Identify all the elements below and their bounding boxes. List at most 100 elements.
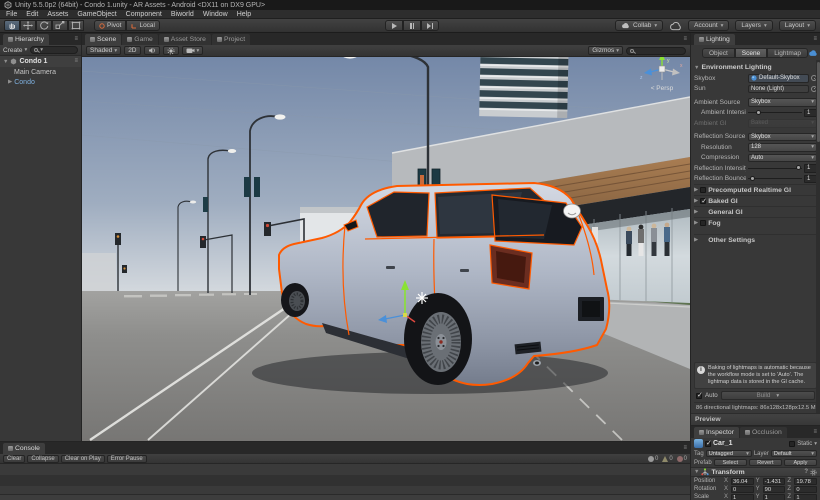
- scene-search-input[interactable]: [626, 46, 686, 55]
- foldout-baked-gi[interactable]: ▶ Baked GI: [694, 195, 817, 206]
- fog-checkbox[interactable]: [700, 220, 707, 226]
- foldout-arrow-icon[interactable]: ▶: [694, 209, 698, 215]
- tab-console[interactable]: Console: [3, 443, 45, 454]
- gizmo-center-handle[interactable]: [403, 313, 407, 317]
- component-gear-icon[interactable]: [810, 468, 817, 476]
- foldout-general-gi[interactable]: ▶ General GI: [694, 206, 817, 217]
- collab-button[interactable]: Collab ▾: [614, 20, 664, 31]
- tab-game[interactable]: Game: [122, 34, 158, 45]
- step-button[interactable]: [421, 20, 439, 31]
- light-gizmo-billboard[interactable]: [563, 203, 581, 219]
- hand-tool-button[interactable]: [4, 20, 20, 31]
- menu-gameobject[interactable]: GameObject: [77, 11, 116, 18]
- foldout-arrow-icon[interactable]: ▶: [694, 198, 698, 204]
- scene-row-menu-icon[interactable]: ≡: [74, 56, 78, 67]
- rotation-x-field[interactable]: 0: [731, 485, 754, 493]
- foldout-arrow-icon[interactable]: ▶: [694, 237, 698, 243]
- rotate-tool-button[interactable]: [36, 20, 52, 31]
- audio-toggle[interactable]: [143, 46, 160, 55]
- subtab-scene[interactable]: Scene: [734, 47, 768, 58]
- error-count[interactable]: 0: [676, 455, 687, 462]
- rect-tool-button[interactable]: [68, 20, 84, 31]
- environment-lighting-header[interactable]: ▼ Environment Lighting: [694, 62, 817, 73]
- local-toggle[interactable]: Local: [126, 20, 160, 31]
- hierarchy-panel-menu-icon[interactable]: ≡: [74, 34, 78, 45]
- static-toggle[interactable]: Static ▾: [789, 440, 817, 447]
- active-checkbox[interactable]: [705, 439, 712, 447]
- prefab-apply-button[interactable]: Apply: [783, 458, 818, 467]
- env-foldout-icon[interactable]: ▼: [694, 65, 699, 71]
- transform-foldout-icon[interactable]: ▼: [694, 469, 699, 475]
- layers-button[interactable]: Layers ▾: [735, 20, 773, 31]
- lighting-panel-menu-icon[interactable]: ≡: [813, 34, 817, 45]
- scene-foldout-icon[interactable]: ▼: [3, 59, 8, 65]
- menu-file[interactable]: File: [6, 11, 17, 18]
- menu-help[interactable]: Help: [237, 11, 251, 18]
- pivot-toggle[interactable]: Pivot: [94, 20, 127, 31]
- scale-z-field[interactable]: 1: [794, 493, 818, 500]
- scene-row-condo1[interactable]: ▼ Condo 1 ≡: [0, 56, 81, 67]
- console-panel-menu-icon[interactable]: ≡: [683, 443, 687, 454]
- precomputed-gi-checkbox[interactable]: [700, 187, 707, 193]
- collapse-button[interactable]: Collapse: [27, 454, 59, 463]
- scale-x-field[interactable]: 1: [731, 493, 754, 500]
- error-pause-button[interactable]: Error Pause: [106, 454, 147, 463]
- menu-edit[interactable]: Edit: [26, 11, 38, 18]
- subtab-lightmap[interactable]: Lightmap: [767, 47, 808, 58]
- ambient-intensity-slider[interactable]: [748, 109, 802, 117]
- hierarchy-item-condo[interactable]: ▶ Condo: [0, 77, 81, 87]
- transform-component-header[interactable]: ▼ Transform ?: [691, 467, 820, 477]
- warning-count[interactable]: 0: [662, 455, 673, 462]
- scene-viewport-canvas[interactable]: y x z < Persp: [82, 57, 690, 441]
- scene-viewport[interactable]: y x z < Persp: [82, 57, 690, 441]
- tab-occlusion[interactable]: Occlusion: [739, 427, 787, 438]
- gizmos-dropdown[interactable]: Gizmos ▾: [588, 46, 623, 55]
- prefab-revert-button[interactable]: Revert: [748, 458, 782, 467]
- account-button[interactable]: Account ▾: [688, 20, 730, 31]
- scale-tool-button[interactable]: [52, 20, 68, 31]
- play-button[interactable]: [385, 20, 403, 31]
- tag-dropdown[interactable]: Untagged ▾: [705, 449, 752, 458]
- menu-biworld[interactable]: Biworld: [171, 11, 194, 18]
- sun-object-field[interactable]: None (Light): [748, 84, 809, 93]
- auto-checkbox[interactable]: [696, 391, 703, 399]
- layout-button[interactable]: Layout ▾: [778, 20, 816, 31]
- cloud-icon[interactable]: [808, 49, 818, 57]
- tab-project[interactable]: Project: [211, 34, 251, 45]
- reflection-intensity-slider[interactable]: [748, 164, 802, 172]
- reflection-source-dropdown[interactable]: Skybox ▾: [748, 132, 817, 141]
- rotation-z-field[interactable]: 0: [794, 485, 818, 493]
- resolution-dropdown[interactable]: 128 ▾: [748, 143, 817, 152]
- tab-scene[interactable]: Scene: [85, 34, 122, 45]
- tab-lighting[interactable]: Lighting: [694, 34, 735, 45]
- lighting-toggle[interactable]: [162, 46, 179, 55]
- object-name-field[interactable]: Car_1: [713, 440, 787, 447]
- effects-dropdown[interactable]: ▾: [181, 46, 204, 55]
- foldout-fog[interactable]: ▶ Fog: [694, 217, 817, 228]
- tab-asset-store[interactable]: Asset Store: [158, 34, 211, 45]
- scene-panel-menu-icon[interactable]: ≡: [683, 34, 687, 45]
- menu-assets[interactable]: Assets: [47, 11, 68, 18]
- tab-inspector[interactable]: Inspector: [694, 427, 739, 438]
- cloud-services-icon[interactable]: [669, 21, 682, 31]
- scale-y-field[interactable]: 1: [762, 493, 786, 500]
- baked-gi-checkbox[interactable]: [700, 197, 707, 205]
- console-log-area[interactable]: [0, 464, 690, 494]
- create-button[interactable]: Create ▾: [3, 47, 27, 54]
- position-z-field[interactable]: 19.78: [794, 477, 818, 485]
- 2d-toggle[interactable]: 2D: [124, 46, 141, 55]
- position-x-field[interactable]: 36.04: [731, 477, 754, 485]
- persp-label[interactable]: < Persp: [651, 85, 674, 92]
- gizmo-center-cube[interactable]: [658, 65, 666, 73]
- scrollbar-thumb[interactable]: [816, 62, 820, 142]
- info-count[interactable]: 0: [647, 455, 658, 462]
- inspector-panel-menu-icon[interactable]: ≡: [813, 427, 817, 438]
- lighting-scrollbar[interactable]: [816, 60, 820, 413]
- menu-window[interactable]: Window: [203, 11, 228, 18]
- tab-hierarchy[interactable]: Hierarchy: [3, 34, 50, 45]
- skybox-object-field[interactable]: Default-Skybox: [748, 74, 809, 83]
- foldout-arrow-icon[interactable]: ▶: [694, 187, 698, 193]
- rotation-y-field[interactable]: 90: [762, 485, 786, 493]
- foldout-other-settings[interactable]: ▶ Other Settings: [694, 234, 817, 245]
- hierarchy-search-input[interactable]: ▾: [30, 46, 78, 54]
